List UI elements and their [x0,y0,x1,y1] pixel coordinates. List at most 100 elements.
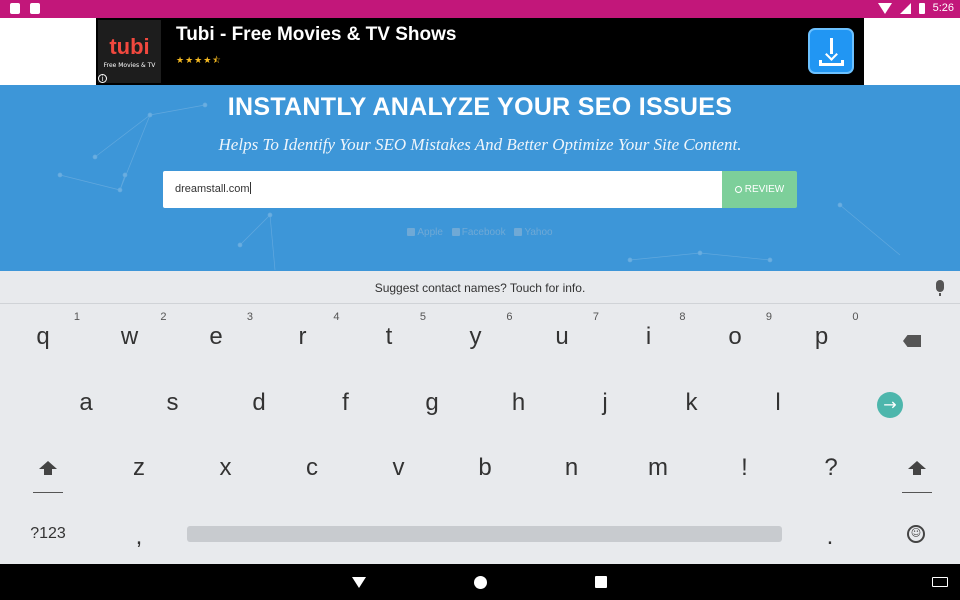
back-icon[interactable] [352,577,366,588]
key-label: e [209,323,223,350]
key-label: y [469,323,482,350]
key-p[interactable]: 0p [779,305,865,369]
symbols-key[interactable]: ?123 [5,503,91,567]
key-exclamation[interactable]: ! [702,436,788,500]
review-button[interactable]: REVIEW [722,171,797,208]
key-label: m [648,454,668,481]
ad-tagline: Free Movies & TV [103,62,156,69]
key-label: ! [741,454,748,481]
keyboard-switch-icon[interactable] [932,577,948,587]
quick-link-yahoo[interactable]: Yahoo [514,227,553,238]
shift-key-left[interactable] [33,461,63,501]
url-search-input[interactable]: dreamstall.com [163,171,723,208]
key-u[interactable]: 7u [519,305,605,369]
key-m[interactable]: m [615,436,701,500]
recent-apps-icon[interactable] [595,576,607,588]
key-label: w [120,323,139,350]
quick-links: Apple Facebook Yahoo [0,227,960,238]
key-hint: 2 [160,311,167,323]
key-f[interactable]: f [303,371,389,435]
key-hint: 1 [73,311,80,323]
signal-icon [899,2,911,14]
key-i[interactable]: 8i [606,305,692,369]
space-key[interactable] [187,526,782,542]
key-label: k [685,389,698,416]
key-n[interactable]: n [529,436,615,500]
key-v[interactable]: v [356,436,442,500]
key-g[interactable]: g [389,371,475,435]
backspace-icon[interactable] [903,335,921,347]
key-a[interactable]: a [43,371,129,435]
key-label: r [298,323,307,350]
key-hint: 5 [419,311,426,323]
suggestion-text[interactable]: Suggest contact names? Touch for info. [0,281,960,295]
key-j[interactable]: j [562,371,648,435]
key-hint: 7 [592,311,599,323]
key-z[interactable]: z [96,436,182,500]
battery-icon [918,2,925,14]
key-question[interactable]: ? [788,436,874,500]
key-hint: 4 [333,311,340,323]
comma-key[interactable]: , [96,505,182,569]
home-icon[interactable] [474,576,487,589]
key-l[interactable]: l [735,371,821,435]
shift-icon [908,461,926,469]
shift-icon [39,461,57,469]
key-hint: 8 [679,311,686,323]
key-h[interactable]: h [476,371,562,435]
text-caret [249,182,251,194]
key-y[interactable]: 6y [433,305,519,369]
ad-title[interactable]: Tubi - Free Movies & TV Shows [176,24,456,46]
status-time: 5:26 [932,2,954,14]
key-r[interactable]: 4r [260,305,346,369]
quick-link-apple[interactable]: Apple [407,227,443,238]
key-q[interactable]: 1q [0,305,86,369]
hero-section: INSTANTLY ANALYZE YOUR SEO ISSUES Helps … [0,85,960,271]
key-label: f [342,389,349,416]
page-subheadline: Helps To Identify Your SEO Mistakes And … [218,135,742,154]
key-label: z [133,454,145,481]
key-k[interactable]: k [649,371,735,435]
period-key[interactable]: . [787,505,873,569]
shift-key-right[interactable] [902,461,932,501]
key-s[interactable]: s [130,371,216,435]
key-label: j [602,389,608,416]
key-label: l [775,389,781,416]
go-button[interactable]: → [877,392,903,418]
suggestion-strip[interactable]: Suggest contact names? Touch for info. [0,271,960,304]
ad-banner[interactable]: tubi Free Movies & TV i Tubi - Free Movi… [96,18,864,85]
key-b[interactable]: b [442,436,528,500]
quick-link-facebook[interactable]: Facebook [451,227,506,238]
key-label: h [511,389,526,416]
ad-download-button[interactable] [808,28,854,74]
key-t[interactable]: 5t [346,305,432,369]
ad-app-logo[interactable]: tubi Free Movies & TV [98,20,161,83]
key-w[interactable]: 2w [87,305,173,369]
search-icon [734,186,742,193]
microphone-icon[interactable] [936,280,944,296]
key-label: x [219,454,232,481]
search-input-value: dreamstall.com [175,183,250,195]
page-headline: INSTANTLY ANALYZE YOUR SEO ISSUES [227,93,733,121]
key-o[interactable]: 9o [692,305,778,369]
ad-brand: tubi [109,34,150,59]
emoji-icon[interactable]: ☺ [907,525,925,543]
key-d[interactable]: d [216,371,302,435]
key-label: t [385,323,393,350]
notification-icon [30,3,40,14]
sd-card-icon [10,3,20,14]
key-x[interactable]: x [183,436,269,500]
key-label: q [36,323,50,350]
key-e[interactable]: 3e [173,305,259,369]
navigation-bar [0,564,960,600]
wifi-icon [877,2,892,14]
key-label: c [306,454,318,481]
ad-info-icon[interactable]: i [98,74,107,83]
key-label: i [645,323,652,350]
key-grid: → ?123 , . ☺ 1q2w3e4r5t6y7u8i9o0pasdfghj… [0,305,960,564]
key-label: u [555,323,569,350]
key-c[interactable]: c [269,436,355,500]
apple-icon [407,228,416,236]
yahoo-icon [514,228,523,236]
key-label: n [564,454,579,481]
